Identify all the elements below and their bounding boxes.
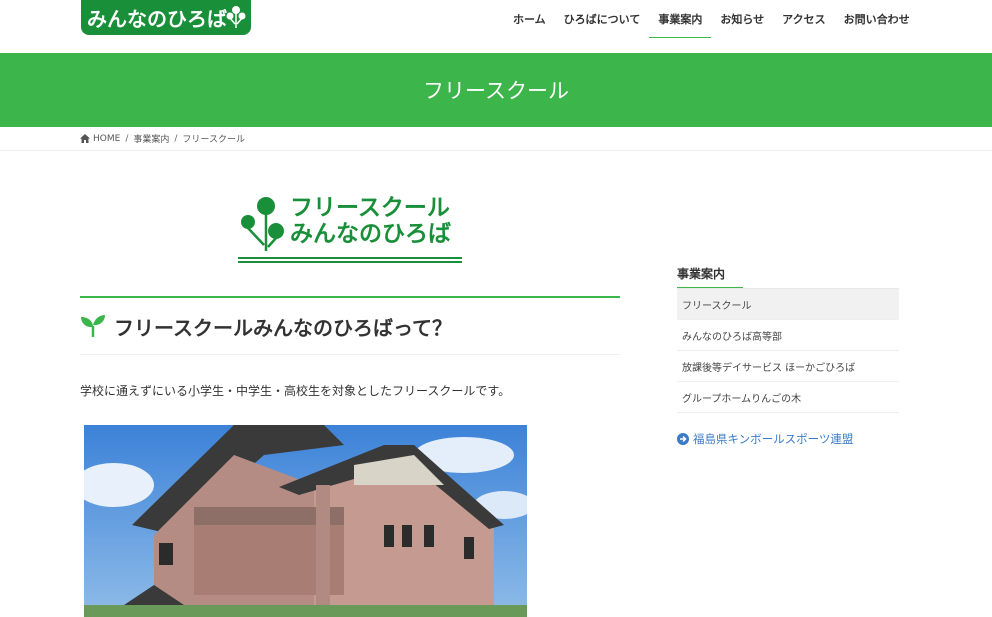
- section-heading-text: フリースクールみんなのひろばって？: [114, 316, 452, 340]
- nav-news[interactable]: お知らせ: [711, 0, 773, 38]
- nav-contact[interactable]: お問い合わせ: [835, 0, 919, 38]
- nav-home[interactable]: ホーム: [504, 0, 555, 38]
- logo-text: みんなのひろば: [87, 7, 227, 31]
- section-divider: [80, 296, 620, 298]
- freeschool-logo-text: フリースクール みんなのひろば: [290, 195, 451, 247]
- sidebar-list: フリースクール みんなのひろば高等部 放課後等デイサービス ほーかごひろば グル…: [677, 288, 899, 413]
- main-nav: ホーム ひろばについて 事業案内 お知らせ アクセス お問い合わせ: [504, 0, 919, 38]
- nav-services[interactable]: 事業案内: [649, 0, 712, 38]
- breadcrumb-services[interactable]: 事業案内: [133, 132, 169, 145]
- breadcrumb-separator: /: [125, 133, 129, 144]
- site-logo[interactable]: みんなのひろば: [81, 0, 251, 35]
- logo-line-1: フリースクール: [290, 195, 450, 221]
- home-icon: [80, 134, 90, 143]
- freeschool-logo: フリースクール みんなのひろば: [238, 193, 463, 263]
- breadcrumb-home[interactable]: HOME: [93, 134, 120, 144]
- nav-access[interactable]: アクセス: [773, 0, 834, 38]
- kinball-link-text: 福島県キンボールスポーツ連盟: [693, 432, 854, 446]
- sidebar-item-afterschool[interactable]: 放課後等デイサービス ほーかごひろば: [677, 351, 899, 382]
- intro-text: 学校に通えずにいる小学生・中学生・高校生を対象としたフリースクールです。: [80, 384, 511, 398]
- sidebar: 事業案内 フリースクール みんなのひろば高等部 放課後等デイサービス ほーかごひ…: [677, 262, 899, 447]
- breadcrumb: HOME / 事業案内 / フリースクール: [0, 127, 992, 151]
- sidebar-item-freeschool[interactable]: フリースクール: [677, 289, 899, 320]
- breadcrumb-current: フリースクール: [182, 135, 245, 145]
- nav-about[interactable]: ひろばについて: [555, 0, 650, 38]
- building-photo: [84, 425, 527, 617]
- sidebar-item-highschool[interactable]: みんなのひろば高等部: [677, 320, 899, 351]
- site-header: みんなのひろば ホーム ひろばについて 事業案内 お知らせ アクセス お問い合わ…: [0, 0, 992, 53]
- clover-icon: [226, 6, 246, 28]
- logo-line-2: みんなのひろば: [290, 221, 451, 247]
- breadcrumb-separator: /: [174, 133, 178, 144]
- section-heading: フリースクールみんなのひろばって？: [80, 312, 620, 355]
- logo-underline: [238, 255, 462, 263]
- sidebar-item-grouphome[interactable]: グループホームりんごの木: [677, 382, 899, 413]
- page-title: フリースクール: [423, 79, 569, 103]
- page-banner: フリースクール: [0, 53, 992, 127]
- sprout-icon: [81, 315, 105, 337]
- kinball-link[interactable]: 福島県キンボールスポーツ連盟: [677, 431, 899, 447]
- tree-icon: [241, 197, 284, 251]
- sidebar-title: 事業案内: [677, 262, 899, 288]
- arrow-circle-icon: [677, 433, 689, 445]
